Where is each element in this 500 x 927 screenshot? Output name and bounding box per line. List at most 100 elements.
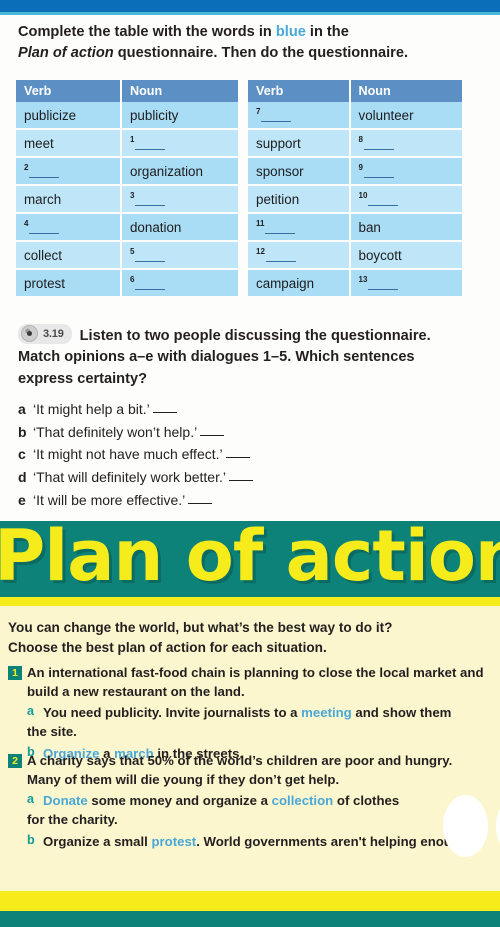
- situation-option[interactable]: a You need publicity. Invite journalists …: [27, 704, 500, 741]
- option-letter: e: [18, 491, 26, 508]
- situation-option[interactable]: a Donate some money and organize a collec…: [27, 792, 500, 829]
- option-text: Donate some money and organize a collect…: [27, 793, 399, 827]
- cell-number: 5: [129, 247, 135, 257]
- situation-text: A charity says that 50% of the world’s c…: [27, 753, 453, 787]
- option-text: ‘It might help a bit.’: [33, 401, 150, 417]
- table-row: collect 5: [16, 242, 238, 270]
- table-cell: ban: [350, 214, 462, 242]
- cell-number: 10: [358, 191, 368, 201]
- table-row: campaign 13: [248, 270, 462, 298]
- highlighted-word: protest: [151, 833, 197, 849]
- option-text: ‘It will be more effective.’: [33, 491, 186, 508]
- option-letter: a: [18, 401, 26, 417]
- cell-number: 2: [24, 163, 29, 173]
- answer-blank[interactable]: [368, 194, 399, 206]
- table-row: support 8: [248, 130, 462, 158]
- table-row: march 3: [16, 186, 238, 214]
- plain-text: some money and organize a: [87, 793, 272, 809]
- column-header-verb: Verb: [248, 80, 351, 102]
- answer-blank[interactable]: [152, 402, 177, 413]
- table-cell: 10: [350, 186, 462, 214]
- cd-disc-icon: [21, 325, 38, 343]
- audio-track-number: 3.19: [43, 327, 64, 340]
- cell-number: 3: [129, 191, 135, 201]
- table-cell: 5: [121, 242, 238, 270]
- answer-blank[interactable]: [363, 166, 394, 178]
- table-cell: sponsor: [248, 158, 351, 186]
- answer-blank[interactable]: [200, 425, 225, 436]
- column-header-noun: Noun: [350, 80, 462, 102]
- cell-number: 12: [256, 247, 265, 257]
- answer-bubble[interactable]: [443, 795, 488, 857]
- table-cell: protest: [16, 270, 122, 298]
- answer-blank[interactable]: [135, 138, 166, 150]
- column-header-noun: Noun: [121, 80, 238, 102]
- situation-1: 1 An international fast-food chain is pla…: [8, 664, 500, 764]
- table-cell: 3: [121, 186, 238, 214]
- situation-option[interactable]: b Organize a small protest. World governm…: [27, 833, 500, 852]
- plan-of-action-banner: Plan of action: [0, 521, 500, 597]
- footer-teal-stripe: [0, 911, 500, 927]
- answer-blank[interactable]: [265, 250, 296, 262]
- table-row: 2 organization: [16, 158, 238, 186]
- cell-number: 11: [256, 219, 265, 229]
- table-row: meet 1: [16, 130, 238, 158]
- table-cell: 11: [248, 214, 351, 242]
- exercise-instruction: Complete the table with the words in blu…: [18, 22, 482, 64]
- table-cell: petition: [248, 186, 351, 214]
- plain-text: . World governments aren't helping enoug…: [196, 833, 472, 849]
- top-accent-bar: [0, 0, 500, 12]
- option-text: ‘It might not have much effect.’: [33, 446, 223, 463]
- listening-exercise: 3.19 Listen to two people discussing the…: [18, 324, 484, 390]
- situation-2: 2 A charity says that 50% of the world’s …: [8, 752, 500, 852]
- table-cell: organization: [121, 158, 238, 186]
- answer-blank[interactable]: [265, 222, 296, 234]
- answer-blank[interactable]: [29, 222, 60, 234]
- answer-blank[interactable]: [135, 194, 166, 206]
- table-cell: meet: [16, 130, 122, 158]
- banner-yellow-stripe: [0, 597, 500, 606]
- table-row: protest 6: [16, 270, 238, 298]
- audio-track-badge[interactable]: 3.19: [18, 324, 72, 344]
- answer-blank[interactable]: [228, 470, 253, 482]
- option-letter: b: [27, 832, 35, 847]
- highlighted-word: Donate: [43, 793, 88, 809]
- answer-blank[interactable]: [261, 110, 292, 122]
- table-cell: 1: [121, 130, 238, 158]
- instruction-italic-title: Plan of action: [18, 45, 114, 62]
- option-letter: c: [18, 446, 26, 463]
- opinion-options-list: a ‘It might help a bit.’ b ‘That definitely…: [18, 398, 478, 511]
- verb-noun-table-right: Verb Noun 7 volunteer support 8 sponsor 9 peti…: [248, 80, 462, 298]
- questionnaire-intro-line2: Choose the best plan of action for each …: [8, 640, 327, 656]
- answer-blank[interactable]: [368, 278, 399, 290]
- option-text: You need publicity. Invite journalists t…: [27, 705, 451, 739]
- option-letter: a: [27, 792, 35, 807]
- answer-blank[interactable]: [225, 447, 250, 459]
- listening-instruction-line2: Match opinions a–e with dialogues 1–5. W…: [18, 349, 415, 366]
- answer-blank[interactable]: [188, 493, 213, 504]
- questionnaire-panel: You can change the world, but what’s the…: [0, 606, 500, 891]
- table-cell: publicity: [121, 102, 238, 130]
- answer-blank[interactable]: [29, 166, 60, 178]
- answer-blank[interactable]: [135, 278, 166, 290]
- table-cell: march: [16, 186, 122, 214]
- cell-number: 9: [358, 163, 363, 173]
- opinion-option: a ‘It might help a bit.’: [18, 398, 478, 421]
- table-row: 4 donation: [16, 214, 238, 242]
- table-row: sponsor 9: [248, 158, 462, 186]
- banner-title: Plan of action: [0, 521, 500, 597]
- table-cell: volunteer: [350, 102, 462, 130]
- situation-number: 1: [8, 666, 22, 680]
- table-cell: campaign: [248, 270, 351, 298]
- highlighted-word: collection: [271, 793, 334, 809]
- table-header-row: Verb Noun: [248, 80, 462, 102]
- cell-number: 8: [358, 135, 363, 145]
- table-row: 12 boycott: [248, 242, 462, 270]
- answer-blank[interactable]: [135, 250, 166, 262]
- instruction-line2-rest: questionnaire. Then do the questionnaire…: [113, 45, 409, 62]
- listening-instruction-line1: Listen to two people discussing the ques…: [79, 328, 431, 345]
- opinion-option: e ‘It will be more effective.’: [18, 489, 478, 512]
- cell-number: 13: [358, 275, 368, 285]
- answer-blank[interactable]: [363, 138, 394, 150]
- situation-text: An international fast-food chain is plan…: [27, 665, 484, 699]
